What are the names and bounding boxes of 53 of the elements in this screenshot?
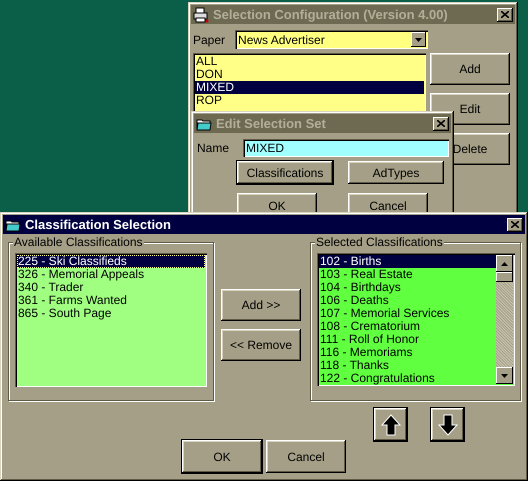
list-item[interactable]: 116 - Memoriams (319, 346, 496, 359)
name-label: Name (197, 141, 230, 155)
list-item[interactable]: 102 - Births (319, 255, 496, 268)
scroll-up-button[interactable] (496, 255, 513, 272)
list-item[interactable]: 103 - Real Estate (319, 268, 496, 281)
list-item[interactable]: MIXED (195, 81, 424, 94)
scrollbar[interactable] (496, 255, 513, 384)
dialog-button[interactable]: << Remove (221, 329, 301, 361)
list-item[interactable]: 108 - Crematorium (319, 320, 496, 333)
list-item[interactable]: 122 - Congratulations (319, 372, 496, 385)
dialog-button[interactable]: Add (430, 53, 510, 85)
list-item[interactable]: 111 - Roll of Honor (319, 333, 496, 346)
paper-label: Paper (193, 32, 226, 46)
move-down-button[interactable] (431, 408, 464, 441)
move-up-button[interactable] (374, 408, 407, 441)
close-button[interactable] (507, 218, 523, 232)
close-icon (437, 120, 445, 127)
close-icon (511, 221, 519, 228)
down-triangle-icon (501, 374, 508, 378)
dialog-button[interactable]: Cancel (266, 440, 346, 473)
list-item[interactable]: 106 - Deaths (319, 294, 496, 307)
dialog-button[interactable]: Add >> (221, 289, 301, 321)
window-title: Edit Selection Set (216, 116, 327, 131)
list-item[interactable]: 225 - Ski Classifieds (17, 255, 205, 268)
window-title: Selection Configuration (Version 4.00) (213, 7, 449, 22)
list-item[interactable]: DON (195, 68, 424, 81)
list-item[interactable]: 104 - Birthdays (319, 281, 496, 294)
window-title: Classification Selection (25, 217, 172, 232)
down-arrow-icon (438, 414, 458, 436)
list-item[interactable]: 340 - Trader (17, 281, 205, 294)
paper-dropdown[interactable]: News Advertiser (235, 30, 428, 49)
dialog-button[interactable]: Classifications (237, 161, 333, 184)
dialog-button[interactable]: AdTypes (348, 161, 444, 184)
group-label: Available Classifications (13, 235, 144, 249)
list-item[interactable]: 326 - Memorial Appeals (17, 268, 205, 281)
list-item[interactable]: ROP (195, 94, 424, 107)
printer-icon (193, 6, 209, 22)
dropdown-arrow-icon (415, 38, 422, 42)
close-icon (501, 11, 509, 18)
list-item[interactable]: ALL (195, 55, 424, 68)
list-item[interactable]: 361 - Farms Wanted (17, 294, 205, 307)
close-button[interactable] (497, 8, 513, 22)
list-item[interactable]: 107 - Memorial Services (319, 307, 496, 320)
scroll-down-button[interactable] (496, 367, 513, 384)
list-item[interactable]: 865 - South Page (17, 307, 205, 320)
name-field[interactable]: MIXED (243, 139, 449, 157)
up-arrow-icon (380, 414, 400, 436)
up-triangle-icon (501, 262, 508, 266)
dialog-button[interactable]: OK (182, 440, 262, 473)
close-button[interactable] (433, 116, 449, 130)
scroll-thumb[interactable] (496, 272, 513, 282)
group-label: Selected Classifications (315, 235, 444, 249)
list-item[interactable]: 118 - Thanks (319, 359, 496, 372)
